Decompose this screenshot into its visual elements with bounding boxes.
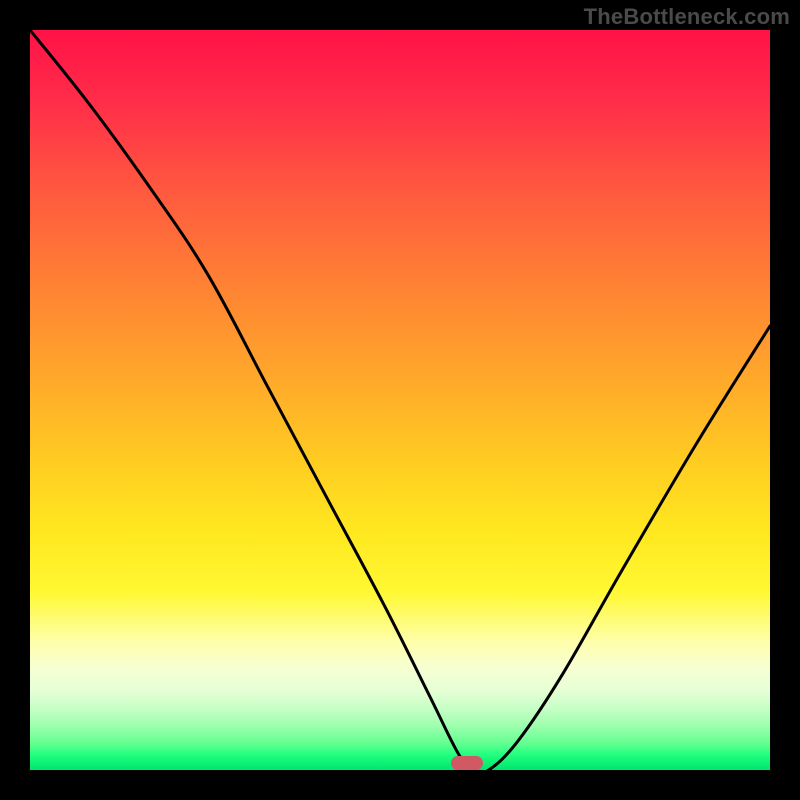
- plot-area: [30, 30, 770, 770]
- chart-frame: TheBottleneck.com: [0, 0, 800, 800]
- optimal-point-marker: [451, 756, 483, 770]
- curve-path: [30, 30, 770, 770]
- bottleneck-curve: [30, 30, 770, 770]
- watermark-text: TheBottleneck.com: [584, 4, 790, 30]
